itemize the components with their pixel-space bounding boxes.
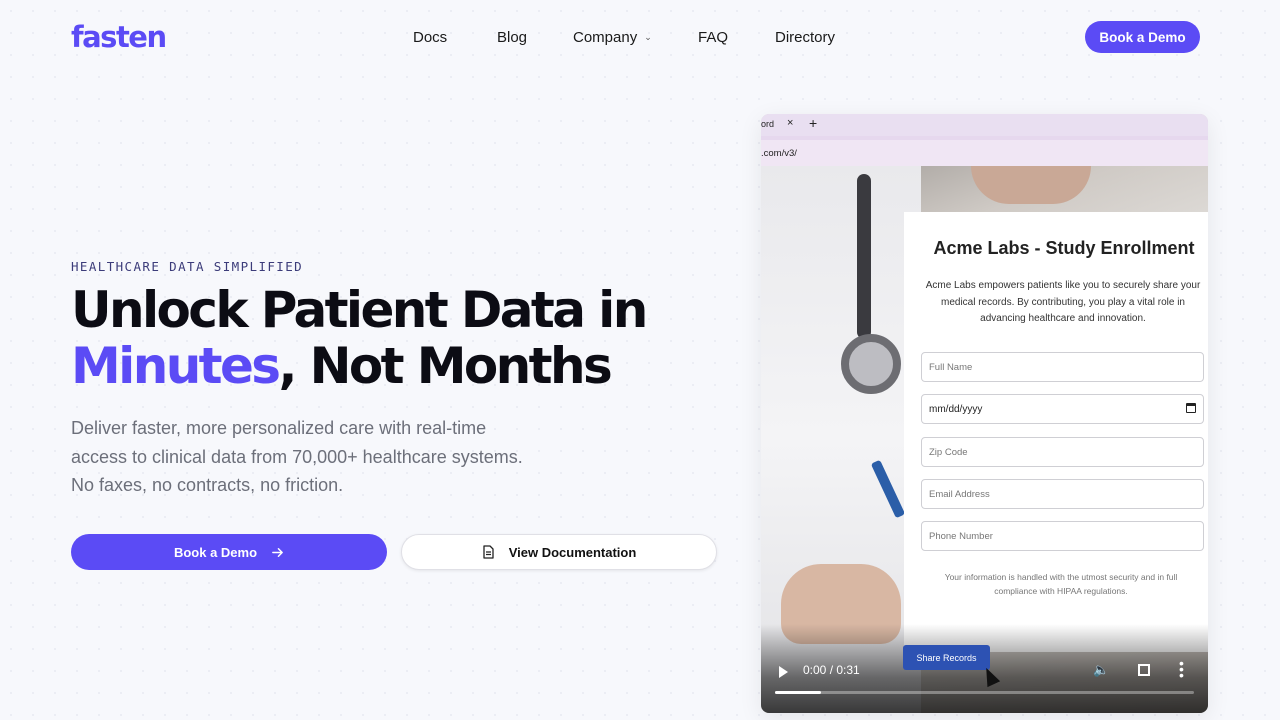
fasten-logo[interactable]: fasten	[71, 20, 167, 54]
volume-icon[interactable]: 🔈	[1093, 662, 1109, 678]
video-progress-track[interactable]	[775, 691, 1194, 694]
browser-tab-bar: ord × +	[761, 114, 1208, 136]
headline-line1: Unlock Patient Data in	[71, 281, 648, 339]
plus-icon: +	[809, 115, 818, 131]
more-options-icon[interactable]: • • •	[1179, 656, 1184, 682]
enrollment-form: Acme Labs - Study Enrollment Acme Labs e…	[904, 212, 1208, 652]
stethoscope-tube	[857, 174, 871, 339]
chevron-down-icon: ⌄	[644, 32, 652, 42]
headline-accent: Minutes	[71, 337, 281, 395]
browser-url-bar: .com/v3/	[761, 136, 1208, 166]
hero-headline: Unlock Patient Data in Minutes, Not Mont…	[71, 282, 691, 394]
hero-book-demo-button[interactable]: Book a Demo	[71, 534, 387, 570]
form-title: Acme Labs - Study Enrollment	[933, 238, 1195, 258]
share-records-button: Share Records	[903, 645, 990, 670]
calendar-icon	[1186, 403, 1196, 413]
view-documentation-button[interactable]: View Documentation	[401, 534, 717, 570]
headline-rest: , Not Months	[278, 337, 612, 395]
nav-link-blog[interactable]: Blog	[497, 29, 527, 46]
play-icon[interactable]	[779, 666, 788, 678]
nav-link-faq[interactable]: FAQ	[698, 29, 728, 46]
hero-eyebrow: HEALTHCARE DATA SIMPLIFIED	[71, 259, 304, 274]
fullscreen-icon[interactable]	[1138, 664, 1150, 676]
stethoscope	[841, 334, 901, 394]
browser-tab-title: ord	[761, 119, 775, 129]
view-documentation-label: View Documentation	[508, 544, 637, 560]
video-progress-fill	[775, 691, 822, 694]
arrow-right-icon	[272, 547, 283, 557]
nav-link-directory[interactable]: Directory	[775, 29, 835, 46]
zip-code-field: Zip Code	[921, 437, 1204, 467]
doctor-face	[971, 166, 1091, 204]
form-description: Acme Labs empowers patients like you to …	[925, 280, 1201, 324]
nav-link-docs[interactable]: Docs	[413, 29, 447, 46]
nav-link-company-label: Company	[573, 29, 638, 46]
email-address-field: Email Address	[921, 479, 1204, 509]
video-time: 0:00 / 0:31	[803, 663, 860, 677]
browser-url-text: .com/v3/	[761, 148, 797, 159]
full-name-field: Full Name	[921, 352, 1204, 382]
top-nav: fasten Docs Blog Company ⌄ FAQ Directory…	[0, 0, 1280, 76]
phone-number-field: Phone Number	[921, 521, 1204, 551]
date-of-birth-value: mm/dd/yyyy	[929, 404, 983, 415]
demo-video[interactable]: ord × + .com/v3/ Acme Labs - Study Enrol…	[761, 114, 1208, 713]
hero-book-demo-label: Book a Demo	[173, 544, 258, 560]
nav-link-company[interactable]: Company ⌄	[573, 29, 652, 46]
date-of-birth-field: mm/dd/yyyy	[921, 394, 1204, 424]
hero-subtext: Deliver faster, more personalized care w…	[71, 418, 523, 495]
nav-book-demo-button[interactable]: Book a Demo	[1085, 21, 1200, 53]
close-icon: ×	[787, 117, 794, 129]
document-icon	[483, 545, 494, 559]
form-security-note: Your information is handled with the utm…	[944, 572, 1178, 596]
